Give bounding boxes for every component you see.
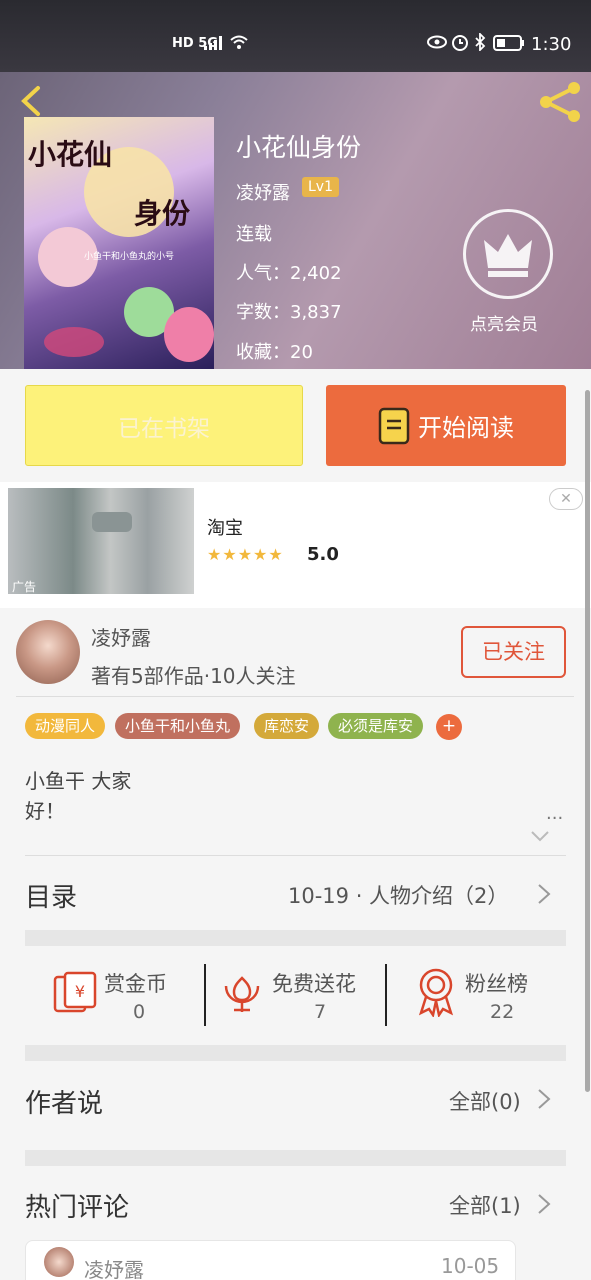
reward-coins-value: 0 xyxy=(133,1001,146,1023)
header-author-name[interactable]: 凌妤露 xyxy=(236,179,290,205)
free-flowers-label[interactable]: 免费送花 xyxy=(272,968,356,998)
divider xyxy=(385,964,387,1026)
chevron-down-icon[interactable] xyxy=(530,826,550,846)
serial-status: 连载 xyxy=(236,224,272,245)
ad-title[interactable]: 淘宝 xyxy=(207,514,243,540)
clock: 1:30 xyxy=(531,34,572,55)
chevron-right-icon[interactable] xyxy=(537,1193,551,1215)
toc-latest-chapter[interactable]: 10-19 · 人物介绍（2） xyxy=(288,880,508,910)
commenter-avatar[interactable] xyxy=(44,1247,74,1277)
book-icon xyxy=(378,407,410,444)
medal-icon[interactable] xyxy=(415,967,457,1017)
ad-close-button[interactable]: ✕ xyxy=(549,488,583,510)
vip-button[interactable] xyxy=(463,209,553,299)
chevron-right-icon[interactable] xyxy=(537,883,551,905)
alarm-icon xyxy=(452,35,468,51)
author-says-title[interactable]: 作者说 xyxy=(25,1083,103,1120)
share-icon[interactable] xyxy=(536,80,584,124)
toc-title[interactable]: 目录 xyxy=(25,877,77,914)
tag-item[interactable]: 小鱼干和小鱼丸 xyxy=(115,713,241,739)
eye-icon xyxy=(427,35,447,49)
fan-ranking-value: 22 xyxy=(490,1001,515,1023)
book-description: 小鱼干 大家 好！ xyxy=(25,766,131,826)
wifi-icon xyxy=(230,35,248,49)
comment-date: 10-05 xyxy=(441,1254,500,1278)
add-tag-button[interactable]: + xyxy=(436,714,462,740)
tag-item[interactable]: 库恋安 xyxy=(254,713,320,739)
section-separator xyxy=(25,1045,566,1061)
free-flowers-value: 7 xyxy=(314,1001,327,1023)
popularity-stat: 人气：2,402 xyxy=(236,263,342,284)
author-meta: 著有5部作品·10人关注 xyxy=(91,664,296,688)
crown-icon xyxy=(484,234,532,277)
divider xyxy=(204,964,206,1026)
start-reading-label: 开始阅读 xyxy=(418,414,514,442)
cover-subtitle: 小鱼干和小鱼丸的小号 xyxy=(84,252,175,262)
author-says-all-link[interactable]: 全部(0) xyxy=(449,1086,521,1116)
divider xyxy=(25,855,566,856)
on-shelf-button[interactable]: 已在书架 xyxy=(25,385,303,466)
section-separator xyxy=(25,1150,566,1166)
description-line: 好！ xyxy=(25,799,65,823)
reward-coins-label[interactable]: 赏金币 xyxy=(104,968,167,998)
level-badge: Lv1 xyxy=(302,177,339,197)
cover-title-line1: 小花仙 xyxy=(28,138,113,171)
ad-rating-score: 5.0 xyxy=(307,544,339,565)
favorites-stat: 收藏：20 xyxy=(236,342,313,363)
follow-button[interactable]: 已关注 xyxy=(461,626,566,678)
flower-icon[interactable] xyxy=(220,972,264,1016)
book-cover[interactable]: 小花仙 身份 小鱼干和小鱼丸的小号 xyxy=(24,117,214,369)
svg-text:¥: ¥ xyxy=(75,982,85,1001)
fan-ranking-label[interactable]: 粉丝榜 xyxy=(465,968,528,998)
word-count-stat: 字数：3,837 xyxy=(236,302,342,323)
coin-envelope-icon[interactable]: ¥ xyxy=(53,969,97,1015)
chevron-right-icon[interactable] xyxy=(537,1088,551,1110)
vip-label[interactable]: 点亮会员 xyxy=(470,310,538,335)
start-reading-button[interactable]: 开始阅读 xyxy=(326,385,566,466)
more-indicator: ... xyxy=(546,803,564,824)
battery-icon xyxy=(493,35,524,51)
hot-comments-title[interactable]: 热门评论 xyxy=(25,1187,129,1224)
ad-label: 广告 xyxy=(12,580,37,594)
scrollbar[interactable] xyxy=(585,390,590,1092)
author-avatar[interactable] xyxy=(16,620,80,684)
signal-icon xyxy=(204,36,222,50)
bluetooth-icon xyxy=(475,33,486,51)
author-name[interactable]: 凌妤露 xyxy=(91,622,151,651)
cover-title-line2: 身份 xyxy=(134,197,191,230)
description-line: 小鱼干 大家 xyxy=(25,769,132,793)
tag-item[interactable]: 动漫同人 xyxy=(25,713,106,739)
back-arrow-icon[interactable] xyxy=(16,84,50,118)
divider xyxy=(16,696,574,697)
on-shelf-label: 已在书架 xyxy=(118,415,210,442)
ad-rating-stars: ★★★★★ xyxy=(207,545,284,564)
hot-comments-all-link[interactable]: 全部(1) xyxy=(449,1190,521,1220)
status-bar: HD 5G 1:30 xyxy=(0,0,591,72)
book-title: 小花仙身份 xyxy=(236,133,362,162)
tag-item[interactable]: 必须是库安 xyxy=(328,713,424,739)
commenter-name[interactable]: 凌妤露 xyxy=(84,1254,144,1280)
section-separator xyxy=(25,930,566,946)
